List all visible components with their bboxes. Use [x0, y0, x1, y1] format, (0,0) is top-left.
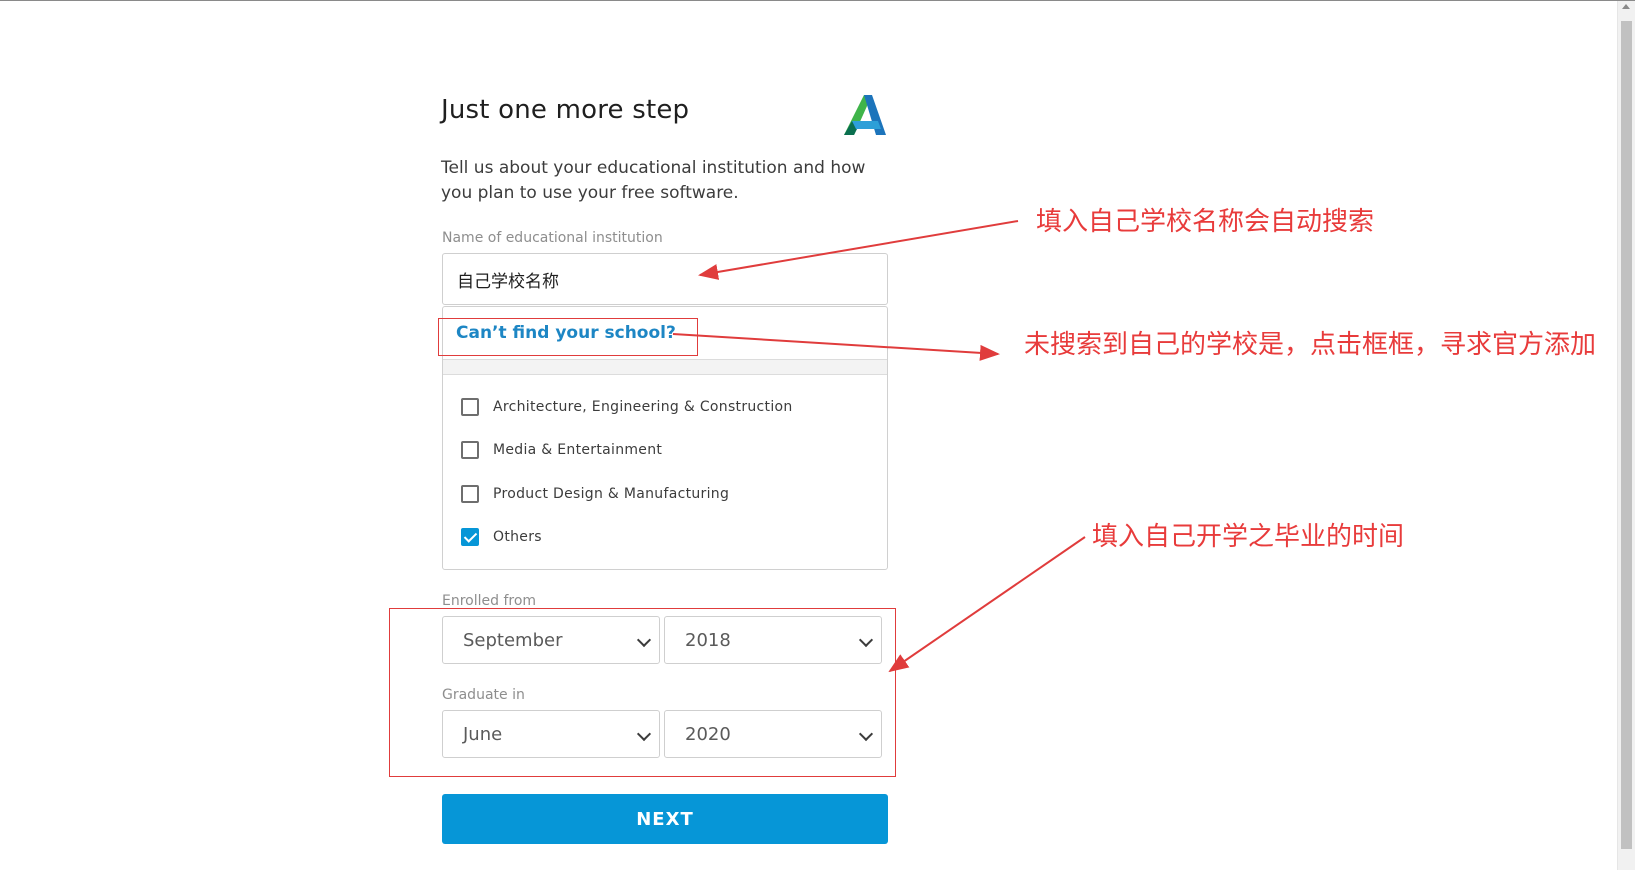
enrolled-label: Enrolled from	[442, 593, 537, 609]
arrow-to-dates	[888, 536, 1086, 673]
school-label: Name of educational institution	[442, 230, 663, 246]
annotation-dates-hint: 填入自己开学之毕业的时间	[1092, 522, 1405, 552]
dropdown-divider	[443, 359, 887, 375]
page-title: Just one more step	[441, 95, 690, 125]
scroll-up-icon[interactable]	[1622, 4, 1630, 9]
next-button[interactable]: NEXT	[442, 794, 888, 844]
option-aec[interactable]: Architecture, Engineering & Construction	[461, 395, 793, 419]
annotation-school-hint: 填入自己学校名称会自动搜索	[1036, 207, 1375, 237]
school-input[interactable]	[442, 253, 888, 305]
option-label: Architecture, Engineering & Construction	[493, 399, 793, 415]
page-subtitle: Tell us about your educational instituti…	[441, 158, 866, 203]
checkbox-product-design[interactable]	[461, 485, 479, 503]
option-media[interactable]: Media & Entertainment	[461, 438, 662, 462]
option-product-design[interactable]: Product Design & Manufacturing	[461, 482, 729, 506]
checkbox-media[interactable]	[461, 441, 479, 459]
vertical-scrollbar[interactable]	[1617, 1, 1635, 870]
annotation-box-cant-find	[438, 318, 698, 356]
page: Just one more step Tell us about your ed…	[0, 0, 1635, 870]
option-label: Others	[493, 529, 542, 545]
option-others[interactable]: Others	[461, 525, 542, 549]
option-label: Product Design & Manufacturing	[493, 486, 730, 502]
autodesk-logo-icon	[844, 95, 886, 135]
annotation-box-dates	[389, 608, 896, 777]
option-label: Media & Entertainment	[493, 442, 663, 458]
checkbox-aec[interactable]	[461, 398, 479, 416]
annotation-cant-find-hint: 未搜索到自己的学校是，点击框框，寻求官方添加	[1024, 330, 1597, 360]
checkbox-others[interactable]	[461, 528, 479, 546]
scrollbar-thumb[interactable]	[1621, 21, 1632, 849]
